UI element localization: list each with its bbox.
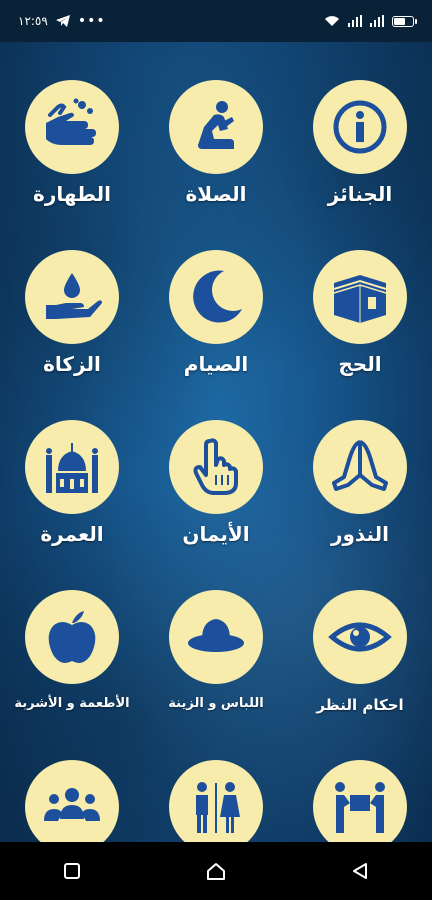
battery-icon bbox=[392, 15, 417, 27]
umrah-icon-circle bbox=[25, 420, 119, 514]
janaiz-icon-circle bbox=[313, 80, 407, 174]
info-icon bbox=[333, 100, 387, 154]
tile-nazar[interactable]: احكام النظر bbox=[288, 590, 432, 714]
tile-nudhur[interactable]: النذور bbox=[288, 420, 432, 546]
hat-icon bbox=[188, 619, 244, 652]
group-icon-circle bbox=[25, 760, 119, 842]
crescent-moon-icon bbox=[193, 270, 242, 323]
eye-icon bbox=[328, 622, 392, 652]
back-triangle-icon bbox=[353, 863, 367, 879]
home-icon bbox=[207, 863, 225, 880]
tile-atimah[interactable]: الأطعمة و الأشربة bbox=[0, 590, 144, 711]
nudhur-icon-circle bbox=[313, 420, 407, 514]
status-time: ١٢:٥٩ bbox=[18, 14, 48, 28]
tile-row5-restroom[interactable] bbox=[144, 760, 288, 842]
tile-label-taharah: الطهارة bbox=[33, 182, 111, 206]
restroom-icon bbox=[196, 782, 240, 833]
square-icon bbox=[64, 863, 80, 879]
tile-hajj[interactable]: الحج bbox=[288, 250, 432, 376]
back-button[interactable] bbox=[340, 851, 380, 891]
hajj-icon-circle bbox=[313, 250, 407, 344]
tile-label-zakah: الزكاة bbox=[43, 352, 101, 376]
tile-umrah[interactable]: العمرة bbox=[0, 420, 144, 546]
pointing-hand-icon bbox=[193, 438, 238, 495]
taharah-icon-circle bbox=[25, 80, 119, 174]
people-carrying-box-icon bbox=[335, 782, 385, 833]
tile-label-siyam: الصيام bbox=[183, 352, 249, 376]
apple-icon bbox=[48, 611, 96, 663]
ayman-icon-circle bbox=[169, 420, 263, 514]
carry-icon-circle bbox=[313, 760, 407, 842]
tile-ayman[interactable]: الأيمان bbox=[144, 420, 288, 546]
tile-label-atimah: الأطعمة و الأشربة bbox=[14, 696, 130, 711]
tile-label-nudhur: النذور bbox=[330, 522, 390, 546]
telegram-icon bbox=[55, 15, 70, 27]
salah-icon-circle bbox=[169, 80, 263, 174]
tile-label-janaiz: الجنائز bbox=[327, 182, 393, 206]
signal-icon bbox=[348, 15, 362, 27]
status-bar: ١٢:٥٩ ••• bbox=[0, 0, 432, 42]
tile-libas[interactable]: اللباس و الزينة bbox=[144, 590, 288, 711]
praying-hands-icon bbox=[332, 440, 388, 491]
recent-apps-button[interactable] bbox=[52, 851, 92, 891]
tile-label-hajj: الحج bbox=[338, 352, 382, 376]
tile-label-salah: الصلاة bbox=[185, 182, 247, 206]
tile-label-ayman: الأيمان bbox=[182, 522, 250, 546]
navigation-bar bbox=[0, 842, 432, 900]
status-right bbox=[324, 15, 417, 27]
praying-person-icon bbox=[198, 101, 234, 149]
tile-label-nazar: احكام النظر bbox=[316, 696, 404, 714]
home-button[interactable] bbox=[196, 851, 236, 891]
restroom-icon-circle bbox=[169, 760, 263, 842]
wifi-icon bbox=[325, 16, 339, 26]
status-left: ١٢:٥٩ ••• bbox=[18, 13, 106, 29]
kaaba-icon bbox=[333, 275, 387, 323]
tile-label-libas: اللباس و الزينة bbox=[168, 696, 264, 711]
atimah-icon-circle bbox=[25, 590, 119, 684]
libas-icon-circle bbox=[169, 590, 263, 684]
tile-taharah[interactable]: الطهارة bbox=[0, 80, 144, 206]
signal-icon-2 bbox=[370, 15, 384, 27]
topics-grid: الطهارة الصلاة الجنائز الزكاة الصيام الح… bbox=[0, 80, 432, 842]
siyam-icon-circle bbox=[169, 250, 263, 344]
tile-row5-group[interactable] bbox=[0, 760, 144, 842]
mosque-icon bbox=[46, 443, 98, 493]
hand-drop-icon bbox=[46, 273, 102, 319]
tile-zakah[interactable]: الزكاة bbox=[0, 250, 144, 376]
notification-dots: ••• bbox=[77, 13, 106, 29]
washing-hands-icon bbox=[46, 98, 96, 145]
tile-label-umrah: العمرة bbox=[40, 522, 104, 546]
tile-siyam[interactable]: الصيام bbox=[144, 250, 288, 376]
zakah-icon-circle bbox=[25, 250, 119, 344]
nazar-icon-circle bbox=[313, 590, 407, 684]
tile-salah[interactable]: الصلاة bbox=[144, 80, 288, 206]
group-people-icon bbox=[44, 788, 100, 821]
tile-janaiz[interactable]: الجنائز bbox=[288, 80, 432, 206]
tile-row5-carry[interactable] bbox=[288, 760, 432, 842]
